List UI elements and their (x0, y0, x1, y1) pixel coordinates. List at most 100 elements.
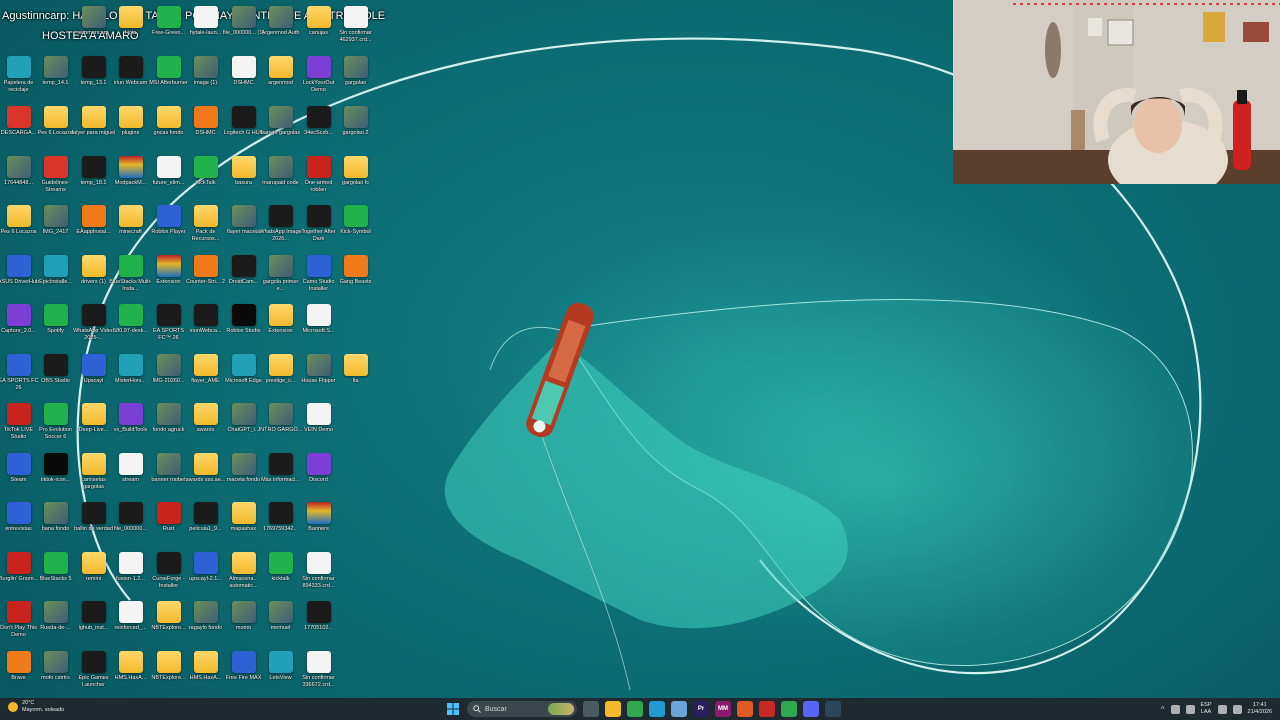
desktop-icon[interactable]: DSHMC (187, 100, 224, 150)
desktop-icon[interactable]: Steam (0, 447, 37, 497)
desktop-icon[interactable]: lghub_inst... (75, 595, 112, 645)
desktop-icon[interactable]: Sin confirmar 336672.crd... (300, 645, 337, 695)
desktop-icon[interactable]: Roblox Studio (225, 298, 262, 348)
desktop-icon[interactable]: Guidelines-Streams (37, 150, 74, 200)
desktop-icon[interactable]: remini (75, 546, 112, 596)
desktop-icon[interactable]: flayer maceta (225, 199, 262, 249)
desktop-icon[interactable]: drivers (1) (75, 249, 112, 299)
desktop-icon[interactable]: mofo cstrtrs (37, 645, 74, 695)
desktop-icon[interactable]: MisterHors... (112, 348, 149, 398)
chevron-up-icon[interactable]: ^ (1161, 705, 1165, 714)
desktop-icon[interactable]: Kick-Symbol (337, 199, 374, 249)
desktop-icon[interactable]: falyer para miguel (72, 100, 115, 150)
desktop-icon[interactable]: marupaid code (262, 150, 299, 200)
taskbar-app-task-view[interactable] (583, 701, 599, 717)
desktop-icon[interactable]: BlueStacks Multi-Insta... (109, 249, 152, 299)
desktop-icon[interactable]: TikTok LIVE Studio (0, 397, 37, 447)
desktop-icon[interactable]: Discord (300, 447, 337, 497)
network-icon[interactable] (1217, 704, 1227, 714)
desktop-icon[interactable]: canujas (300, 0, 337, 50)
taskbar-app-chrome[interactable] (627, 701, 643, 717)
desktop-icon[interactable]: Deep-Live... (75, 397, 112, 447)
taskbar-app-discord[interactable] (803, 701, 819, 717)
desktop-icon[interactable]: Free-Green... (150, 0, 187, 50)
desktop-icon[interactable]: IMG-20260... (150, 348, 187, 398)
desktop-icon[interactable]: Don't Play This Demo (0, 595, 37, 645)
desktop-icon[interactable]: Sin confirmar 462937.crd... (337, 0, 374, 50)
desktop-icon[interactable]: iriun Webcam (112, 50, 149, 100)
desktop-icon[interactable]: One-armed robber (300, 150, 337, 200)
desktop-icon[interactable]: LetsView (262, 645, 299, 695)
weather-widget[interactable]: 20°C Mayorm. soleado (8, 700, 64, 714)
desktop-icon[interactable]: mapashax (225, 496, 262, 546)
desktop-icon[interactable]: EA SPORTS FC™ 26 (150, 298, 187, 348)
desktop-icon[interactable]: temp_13.1 (75, 50, 112, 100)
desktop-icon[interactable]: 580.97-desk... (112, 298, 149, 348)
desktop-icon[interactable]: EpicInstalle... (37, 249, 74, 299)
desktop-icon[interactable]: gargola primer e... (262, 249, 299, 299)
desktop-icon[interactable]: banejo gargolas (261, 100, 300, 150)
desktop-icon[interactable]: Extension (150, 249, 187, 299)
desktop-icon[interactable]: momo (225, 595, 262, 645)
desktop-icon[interactable]: awards sss.ae... (186, 447, 225, 497)
desktop-icon[interactable]: image (1) (187, 50, 224, 100)
desktop-icon[interactable]: Gang Beasts (337, 249, 374, 299)
desktop-icon[interactable]: elmmoncarp (75, 0, 112, 50)
desktop-icon[interactable]: Sin confirmar 894333.crd... (300, 546, 337, 596)
desktop-icon[interactable]: gargolao fc (337, 150, 374, 200)
taskbar-app-edge[interactable] (649, 701, 665, 717)
desktop-icon[interactable]: future_elim... (150, 150, 187, 200)
desktop-icon[interactable]: Roblox Player (150, 199, 187, 249)
desktop-icon[interactable]: pelicula1_9... (187, 496, 224, 546)
taskbar-app-steam[interactable] (825, 701, 841, 717)
desktop-icon[interactable]: HMS.HaxA... (187, 645, 224, 695)
desktop-icon[interactable]: temp_14.1 (37, 50, 74, 100)
desktop-icon[interactable]: flayer_AME (187, 348, 224, 398)
desktop-icon[interactable]: Pes 6 Locazos (0, 199, 37, 249)
desktop-icon[interactable]: entrevistas (0, 496, 37, 546)
desktop-icon[interactable]: Ita (337, 348, 374, 398)
desktop-icon[interactable]: Free Fire MAX (225, 645, 262, 695)
desktop-icon[interactable]: iriunWebca... (187, 298, 224, 348)
taskbar-app-mpc[interactable]: MM (715, 701, 731, 717)
desktop-icon[interactable]: Almacena... automatic... (225, 546, 262, 596)
desktop-icon[interactable]: BlueStacks 5 (37, 546, 74, 596)
desktop-icon[interactable]: Logitech G HUB (224, 100, 263, 150)
desktop-icon[interactable]: 17705102... (300, 595, 337, 645)
desktop-icon[interactable]: DSHMC (225, 50, 262, 100)
taskbar-app-brave[interactable] (737, 701, 753, 717)
desktop-icon[interactable]: awards (187, 397, 224, 447)
desktop-icon[interactable]: VEIN Demo (300, 397, 337, 447)
volume-icon[interactable] (1232, 704, 1242, 714)
desktop-icon[interactable]: banner roobet (150, 447, 187, 497)
desktop-icon[interactable]: Banners (300, 496, 337, 546)
desktop-icon[interactable]: camisetas gargolas (75, 447, 112, 497)
desktop-icon[interactable]: file_000000... (112, 496, 149, 546)
desktop-icon[interactable]: ballin de verdad (74, 496, 113, 546)
desktop-icon[interactable]: NBTExplore... (150, 595, 187, 645)
desktop-icon[interactable]: prestige_ii... (262, 348, 299, 398)
desktop-icon[interactable]: Epic Games Launcher (75, 645, 112, 695)
desktop-icon[interactable]: IMG_2417 (37, 199, 74, 249)
desktop-icon[interactable]: plugins (112, 100, 149, 150)
desktop-icon[interactable]: Pes 6 Locazos (37, 100, 74, 150)
mic-icon[interactable] (1185, 704, 1195, 714)
desktop-icon[interactable]: Argenmod Auth (262, 0, 299, 50)
desktop-icon[interactable]: Extension (262, 298, 299, 348)
desktop-icon[interactable]: reinforced_... (112, 595, 149, 645)
desktop-icon[interactable]: WhatsApp Image 2026... (259, 199, 302, 249)
desktop-icon[interactable]: LockYourOut Demo (300, 50, 337, 100)
desktop-icon[interactable]: kicktalk (262, 546, 299, 596)
desktop-icon[interactable]: fondo agruck (150, 397, 187, 447)
desktop-icon[interactable]: ChatGPT_I... (225, 397, 262, 447)
search-box[interactable]: Buscar (467, 701, 577, 717)
desktop-icon[interactable]: argenmod (262, 50, 299, 100)
desktop-icon[interactable]: Brave (0, 645, 37, 695)
desktop-icon[interactable]: vs_BuildTools (112, 397, 149, 447)
tray-app-icon[interactable] (1170, 704, 1180, 714)
desktop-icon[interactable]: Más informaci... (261, 447, 300, 497)
desktop-icon[interactable]: 34ecSczb... (300, 100, 337, 150)
desktop-icon[interactable]: Pro Evolution Soccer 6 (37, 397, 74, 447)
desktop-icon[interactable]: basura (225, 150, 262, 200)
desktop-icon[interactable]: Burglin' Gnom... (0, 546, 38, 596)
